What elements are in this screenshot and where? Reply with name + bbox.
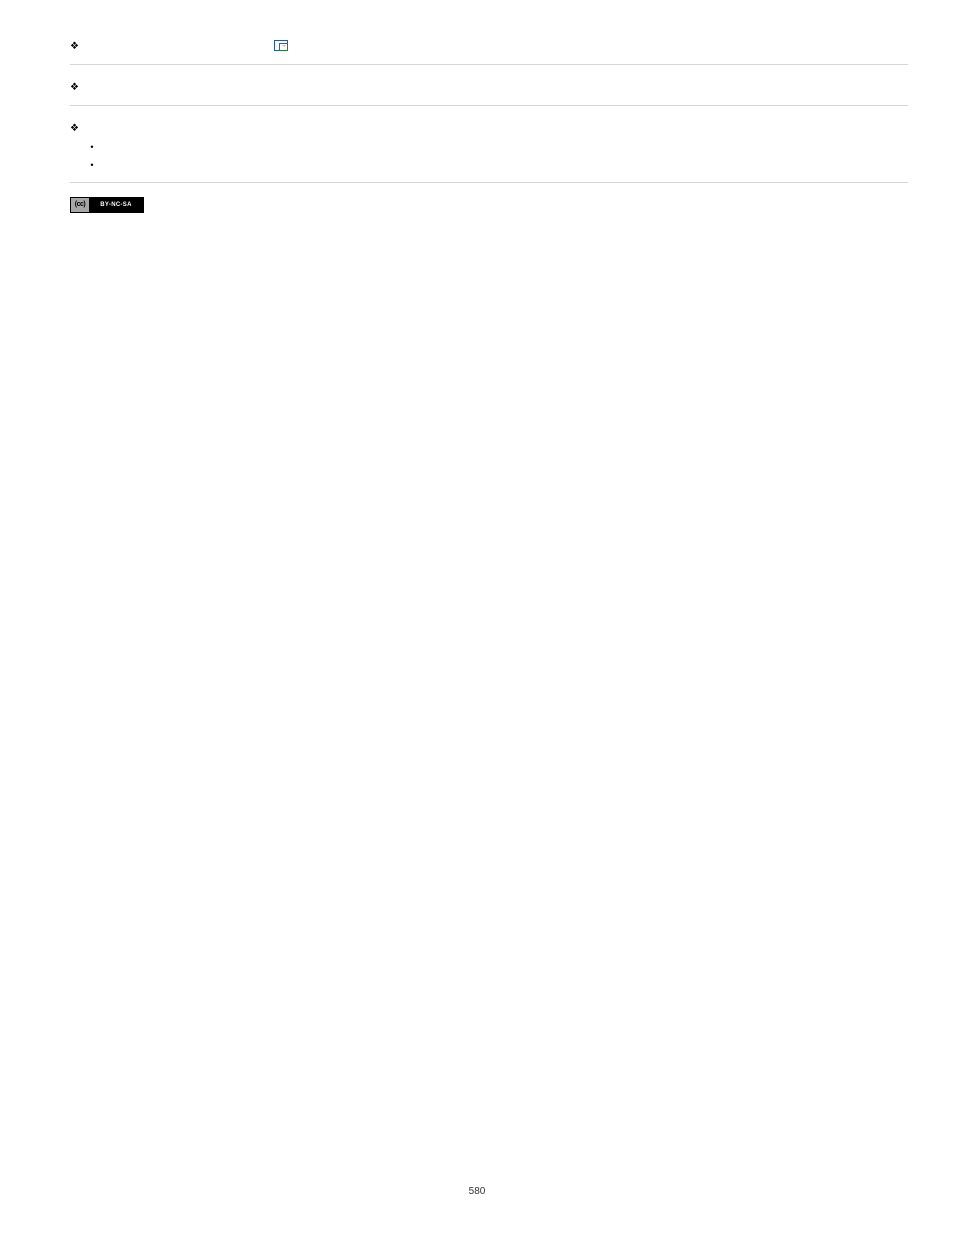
document-export-icon[interactable]: [274, 40, 288, 51]
diamond-bullet-icon: ❖: [70, 81, 84, 95]
list-item: •: [70, 156, 908, 174]
section-item-3: ❖ • •: [70, 120, 908, 183]
cc-badge-left: (cc): [71, 198, 89, 212]
list-item: •: [70, 138, 908, 156]
section-divider: [70, 105, 908, 106]
diamond-bullet-icon: ❖: [70, 122, 84, 136]
cc-badge-right: BY-NC-SA: [89, 198, 143, 212]
diamond-bullet-icon: ❖: [70, 40, 84, 54]
cc-license-badge[interactable]: (cc) BY-NC-SA: [70, 197, 908, 216]
section-item-1: ❖: [70, 38, 908, 65]
section-item-2: ❖: [70, 79, 908, 106]
section-divider: [70, 64, 908, 65]
page-number: 580: [0, 1186, 954, 1197]
section-divider: [70, 182, 908, 183]
small-bullet-icon: •: [80, 158, 104, 172]
small-bullet-icon: •: [80, 140, 104, 154]
